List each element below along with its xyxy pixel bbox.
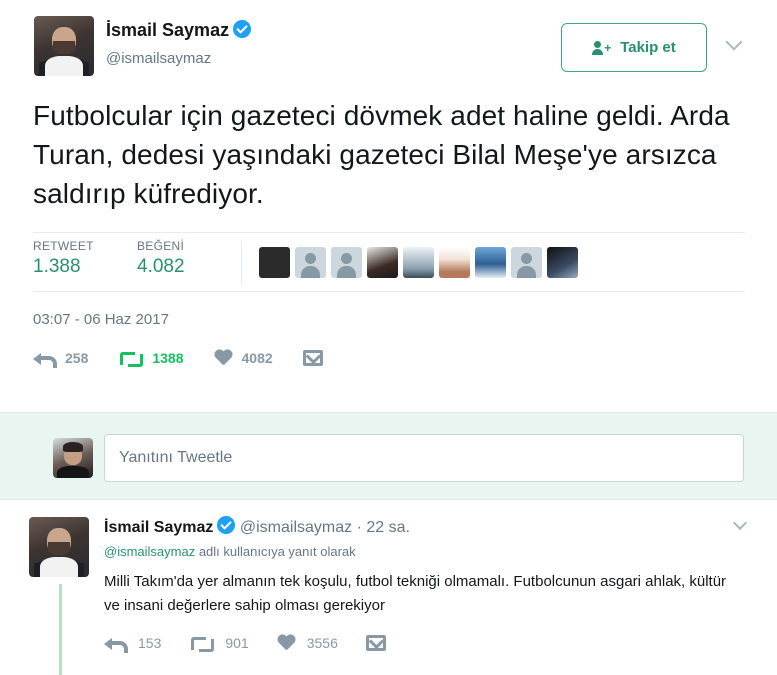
chevron-down-icon[interactable] [725,33,743,51]
liker-avatar[interactable] [367,247,398,278]
follow-button-label: Takip et [620,39,676,56]
tweet-timestamp[interactable]: 03:07 - 06 Haz 2017 [33,311,169,328]
reply-input[interactable]: Yanıtını Tweetle [104,434,744,482]
reply-context: @ismailsaymaz adlı kullanıcıya yanıt ola… [104,544,356,559]
tweet-stats: RETWEET 1.388 BEĞENİ 4.082 [33,232,745,292]
reply-tweet-actions: 153 901 3556 [104,635,386,653]
reply-author-handle[interactable]: @ismailsaymaz [240,519,352,536]
follow-button[interactable]: + Takip et [561,23,707,72]
stats-divider [241,241,242,285]
main-tweet: İsmail Saymaz @ismailsaymaz + Takip et F… [0,0,777,412]
liker-avatar[interactable] [475,247,506,278]
like-stat-value: 4.082 [137,256,185,277]
retweet-count: 901 [225,635,249,651]
like-count: 4082 [241,350,273,366]
tweet-text: Futbolcular için gazeteci dövmek adet ha… [33,100,730,209]
reply-context-mention[interactable]: @ismailsaymaz [104,544,195,559]
thread-line [59,584,62,675]
reply-tweet: İsmail Saymaz @ismailsaymaz · 22 sa. @is… [0,501,777,675]
direct-message-button[interactable] [365,635,386,651]
add-user-icon: + [592,40,612,55]
author-name[interactable]: İsmail Saymaz [106,20,229,40]
tweet-actions: 258 1388 4082 [33,350,353,368]
author-name-row[interactable]: İsmail Saymaz [106,20,252,41]
reply-button[interactable]: 153 [104,635,162,653]
reply-button[interactable]: 258 [33,350,89,368]
author-handle[interactable]: @ismailsaymaz [106,50,211,67]
reply-count: 258 [65,350,89,366]
reply-composer: Yanıtını Tweetle [0,412,777,500]
like-button[interactable]: 4082 [214,350,273,366]
reply-icon [33,350,57,368]
retweet-button[interactable]: 901 [189,635,249,652]
direct-message-button[interactable] [302,350,323,366]
likers-avatars [259,247,578,278]
liker-avatar[interactable] [403,247,434,278]
reply-tweet-text: Milli Takım'da yer almanın tek koşulu, f… [104,573,727,614]
like-count: 3556 [306,635,338,651]
liker-avatar[interactable] [511,247,542,278]
verified-badge-icon [233,20,252,38]
verified-badge-icon [217,516,236,534]
direct-message-icon [302,350,323,366]
reply-time[interactable]: 22 sa. [366,519,410,536]
retweet-icon [189,635,215,652]
liker-avatar[interactable] [439,247,470,278]
reply-context-text: adlı kullanıcıya yanıt olarak [195,544,356,559]
direct-message-icon [365,635,386,651]
like-stat-label: BEĞENİ [137,239,185,253]
heart-icon [214,350,232,366]
reply-header: İsmail Saymaz @ismailsaymaz · 22 sa. [104,516,410,537]
retweet-stat-label: RETWEET [33,239,94,253]
heart-icon [277,635,295,651]
like-stat[interactable]: BEĞENİ 4.082 [137,239,185,278]
retweet-button[interactable]: 1388 [118,350,184,367]
reply-count: 153 [138,635,162,651]
liker-avatar[interactable] [295,247,326,278]
retweet-icon [118,350,144,367]
retweet-count: 1388 [152,350,184,366]
retweet-stat[interactable]: RETWEET 1.388 [33,239,94,278]
liker-avatar[interactable] [547,247,578,278]
retweet-stat-value: 1.388 [33,256,81,277]
current-user-avatar [53,438,93,478]
like-button[interactable]: 3556 [277,635,338,651]
chevron-down-icon[interactable] [732,515,748,531]
reply-author-name[interactable]: İsmail Saymaz [104,519,213,536]
liker-avatar[interactable] [331,247,362,278]
author-avatar[interactable] [34,16,94,76]
liker-avatar[interactable] [259,247,290,278]
reply-icon [104,635,128,653]
reply-separator: · [356,519,362,536]
reply-author-avatar[interactable] [29,517,89,577]
